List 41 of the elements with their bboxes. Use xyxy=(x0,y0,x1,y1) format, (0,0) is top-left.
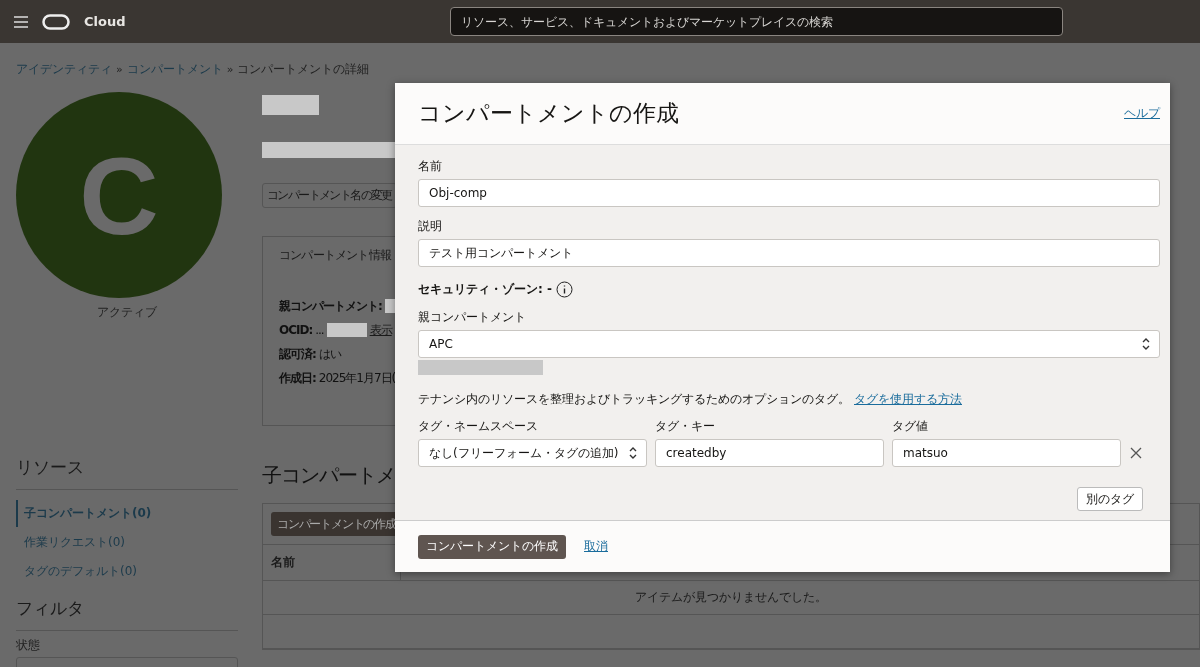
description-field[interactable]: テスト用コンパートメント xyxy=(418,239,1160,267)
name-field[interactable]: Obj-comp xyxy=(418,179,1160,207)
avatar-letter: C xyxy=(79,132,159,259)
submit-button[interactable]: コンパートメントの作成 xyxy=(418,534,566,559)
field-value: はい xyxy=(318,345,341,363)
security-zone-label: セキュリティ・ゾーン: - xyxy=(418,281,552,298)
field-label: 作成日: xyxy=(279,369,316,387)
field-label: 親コンパートメント xyxy=(418,309,527,326)
tag-key-field[interactable]: createdby xyxy=(655,439,884,467)
field-label: OCID: xyxy=(279,323,313,337)
field-value: 2025年1月7日( xyxy=(318,369,396,387)
column-label: タグ値 xyxy=(892,418,929,435)
tag-description: テナンシ内のリソースを整理およびトラッキングするためのオプションのタグ。 xyxy=(418,391,850,408)
breadcrumb-separator: » xyxy=(116,62,123,76)
breadcrumb-separator: » xyxy=(226,62,234,76)
section-title: 子コンパートメ xyxy=(262,462,395,489)
field-label: 認可済: xyxy=(279,345,316,363)
filter-label: 状態 xyxy=(16,637,41,654)
tag-value-field[interactable]: matsuo xyxy=(892,439,1121,467)
dialog-title: コンパートメントの作成 xyxy=(418,99,679,128)
parent-select[interactable]: APC xyxy=(418,330,1160,358)
status-text: アクティブ xyxy=(97,304,157,321)
field-value: ... xyxy=(315,323,324,337)
section-title: リソース xyxy=(16,456,238,490)
cancel-link[interactable]: 取消 xyxy=(584,538,608,555)
help-link[interactable]: ヘルプ xyxy=(1124,105,1160,122)
breadcrumb: コンパートメントの詳細 xyxy=(237,60,370,78)
brand-name: Cloud xyxy=(84,14,126,29)
column-label: タグ・キー xyxy=(655,418,716,435)
card-title: コンパートメント情報 xyxy=(279,247,391,264)
add-tag-button[interactable]: 別のタグ xyxy=(1077,487,1143,511)
field-label: 説明 xyxy=(418,218,443,235)
search-field[interactable]: リソース、サービス、ドキュメントおよびマーケットプレイスの検索 xyxy=(449,7,1063,36)
show-link[interactable]: 表示 xyxy=(369,321,392,339)
namespace-select[interactable]: なし(フリーフォーム・タグの追加) xyxy=(418,439,647,467)
field-label: 名前 xyxy=(418,158,443,175)
field-label: 親コンパートメント: xyxy=(279,297,382,315)
section-title: フィルタ xyxy=(16,597,238,631)
empty-message: アイテムが見つかりませんでした。 xyxy=(635,589,827,606)
tags-link[interactable]: タグを使用する方法 xyxy=(854,391,962,408)
column-label: タグ・ネームスペース xyxy=(418,418,539,435)
